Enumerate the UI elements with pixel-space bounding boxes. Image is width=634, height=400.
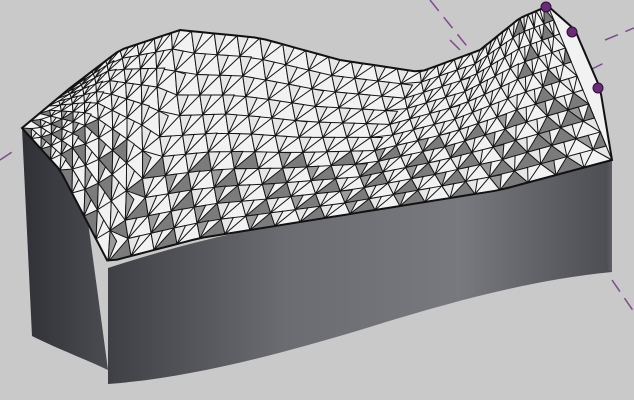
reference-line xyxy=(0,151,13,161)
control-point[interactable] xyxy=(592,82,604,94)
massing-model-canvas[interactable] xyxy=(0,0,634,400)
3d-viewport[interactable] xyxy=(0,0,634,400)
reference-line xyxy=(611,279,634,313)
control-point[interactable] xyxy=(540,1,552,13)
right-end-face xyxy=(606,160,612,272)
control-point[interactable] xyxy=(566,26,578,38)
reference-line xyxy=(429,0,471,51)
reference-line xyxy=(604,27,634,41)
